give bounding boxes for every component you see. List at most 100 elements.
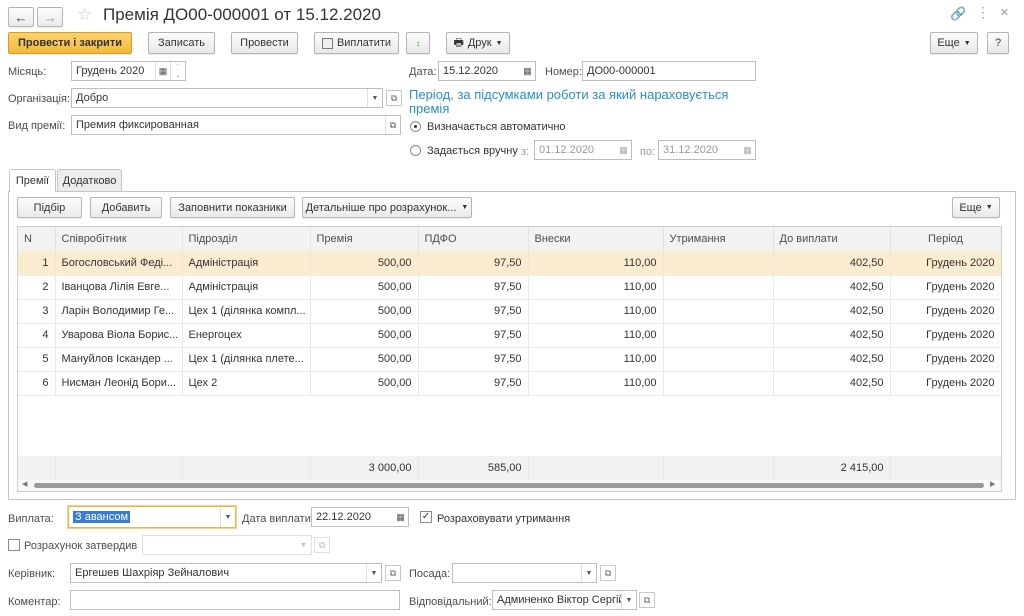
more-button-label: Еще [937, 37, 960, 49]
table-more-button[interactable]: Еще ▼ [952, 197, 1000, 218]
cell-employee: Мануйлов Іскандер ... [55, 347, 183, 372]
print-button[interactable]: 🖶 Друк ▼ [446, 32, 510, 54]
calendar-icon[interactable]: ▦ [740, 141, 755, 159]
cell-pdfo: 97,50 [418, 299, 529, 324]
column-header[interactable]: Внески [528, 227, 664, 251]
cell-number: 3 [18, 299, 56, 324]
scrollbar-thumb[interactable] [34, 483, 984, 488]
organization-value: Добро [76, 92, 109, 104]
pay-button[interactable]: Виплатити [314, 32, 399, 54]
dropdown-arrow-icon[interactable]: ▼ [367, 89, 382, 107]
column-header[interactable]: До виплати [773, 227, 891, 251]
month-label: Місяць: [8, 66, 47, 78]
cell-contributions: 110,00 [528, 371, 664, 396]
scroll-left-icon[interactable]: ◀ [22, 480, 27, 488]
cell-to-pay: 402,50 [773, 347, 891, 372]
open-head-icon[interactable]: ⧉ [385, 565, 401, 581]
close-icon[interactable]: × [1000, 4, 1009, 21]
table-row[interactable]: 4 Уварова Віола Борис... Енергоцех 500,0… [18, 323, 1001, 348]
column-header[interactable]: ПДФО [418, 227, 529, 251]
favorite-star-icon[interactable]: ☆ [77, 5, 92, 25]
cell-department: Адміністрація [182, 275, 311, 300]
calc-approved-checkbox[interactable] [8, 539, 20, 551]
cell-bonus: 500,00 [310, 371, 419, 396]
scroll-right-icon[interactable]: ▶ [990, 480, 995, 488]
menu-dots-icon[interactable]: ⋮ [976, 4, 990, 21]
position-field[interactable]: ▼ [452, 563, 597, 583]
cell-contributions: 110,00 [528, 299, 664, 324]
comment-field[interactable] [70, 590, 400, 610]
calculation-details-button[interactable]: Детальніше про розрахунок... ▼ [302, 197, 472, 218]
open-position-icon[interactable]: ⧉ [600, 565, 616, 581]
head-field[interactable]: Ергешев Шахріяр Зейналович ▼ [70, 563, 382, 583]
post-button[interactable]: Провести [231, 32, 298, 54]
column-header[interactable]: Період [890, 227, 1001, 251]
pay-button-label: Виплатити [336, 37, 392, 49]
column-header[interactable]: Підрозділ [182, 227, 311, 251]
table-row[interactable]: 1 Богословський Феді... Адміністрація 50… [18, 251, 1001, 276]
table-row[interactable]: 2 Іванцова Лілія Евге... Адміністрація 5… [18, 275, 1001, 300]
payment-field[interactable]: З авансом ▼ [68, 506, 236, 528]
number-field[interactable]: ДО00-000001 [582, 61, 756, 81]
date-field[interactable]: 15.12.2020 ▦ [438, 61, 536, 81]
table-row[interactable]: 5 Мануйлов Іскандер ... Цех 1 (ділянка п… [18, 347, 1001, 372]
column-header[interactable]: N [18, 227, 56, 251]
cell-bonus: 500,00 [310, 299, 419, 324]
open-responsible-icon[interactable]: ⧉ [639, 592, 655, 608]
calc-approved-field[interactable]: ▼ [142, 535, 312, 555]
calendar-icon[interactable]: ▦ [393, 508, 408, 526]
bonus-type-field[interactable]: Премия фиксированная ⧉ [71, 115, 401, 135]
responsible-field[interactable]: Админенко Віктор Сергійо ▼ [492, 590, 637, 610]
calendar-icon[interactable]: ▦ [616, 141, 631, 159]
dropdown-arrow-icon[interactable]: ▼ [366, 564, 381, 582]
cell-deductions [663, 347, 774, 372]
total-cell [528, 456, 664, 480]
to-date-field[interactable]: 31.12.2020 ▦ [658, 140, 756, 160]
save-button[interactable]: Записать [148, 32, 215, 54]
table-row[interactable]: 3 Ларін Володимир Ге... Цех 1 (ділянка к… [18, 299, 1001, 324]
add-button[interactable]: Добавить [90, 197, 162, 218]
horizontal-scrollbar[interactable]: ◀ ▶ [18, 480, 1001, 491]
organization-field[interactable]: Добро ▼ [71, 88, 383, 108]
tab-additional[interactable]: Додатково [57, 169, 122, 191]
calendar-icon[interactable]: ▦ [155, 62, 170, 80]
cell-bonus: 500,00 [310, 251, 419, 276]
pick-button[interactable]: Підбір [17, 197, 82, 218]
total-to-pay: 2 415,00 [773, 456, 891, 480]
column-header[interactable]: Утримання [663, 227, 774, 251]
forward-button[interactable]: → [37, 7, 63, 27]
tab-bonuses[interactable]: Премії [9, 169, 56, 192]
dropdown-arrow-icon[interactable]: ▼ [296, 536, 311, 554]
calc-deductions-checkbox[interactable]: ✓ [420, 511, 432, 523]
radio-auto[interactable] [410, 121, 421, 132]
help-button[interactable]: ? [987, 32, 1009, 54]
dropdown-arrow-icon[interactable]: ▼ [220, 507, 235, 527]
calendar-icon[interactable]: ▦ [520, 62, 535, 80]
more-button[interactable]: Еще ▼ [930, 32, 978, 54]
fill-indicators-button[interactable]: Заповнити показники [170, 197, 295, 218]
dropdown-arrow-icon[interactable]: ▼ [621, 591, 636, 609]
cell-bonus: 500,00 [310, 323, 419, 348]
table-row[interactable]: 6 Нисман Леонід Бори... Цех 2 500,00 97,… [18, 371, 1001, 396]
total-cell [18, 456, 56, 480]
dropdown-arrow-icon[interactable]: ▼ [581, 564, 596, 582]
open-bonus-type-icon[interactable]: ⧉ [385, 116, 400, 134]
payment-date-field[interactable]: 22.12.2020 ▦ [311, 507, 409, 527]
column-header[interactable]: Співробітник [55, 227, 183, 251]
column-header[interactable]: Премія [310, 227, 419, 251]
from-label: з: [521, 146, 530, 158]
post-and-close-button[interactable]: Провести і закрити [8, 32, 132, 54]
total-cell [890, 456, 1001, 480]
dt-kt-button[interactable]: ↕ [406, 32, 430, 54]
from-date-field[interactable]: 01.12.2020 ▦ [534, 140, 632, 160]
month-field[interactable]: Грудень 2020 ▦ ˙ ․ [71, 61, 186, 81]
link-icon[interactable]: 🔗 [950, 6, 966, 22]
open-organization-icon[interactable]: ⧉ [386, 90, 402, 106]
back-button[interactable]: ← [8, 7, 34, 27]
open-approver-icon[interactable]: ⧉ [314, 537, 330, 553]
payment-value: З авансом [73, 511, 131, 523]
cell-employee: Нисман Леонід Бори... [55, 371, 183, 396]
month-stepper[interactable]: ˙ ․ [170, 62, 185, 80]
cell-deductions [663, 251, 774, 276]
radio-manual[interactable] [410, 145, 421, 156]
